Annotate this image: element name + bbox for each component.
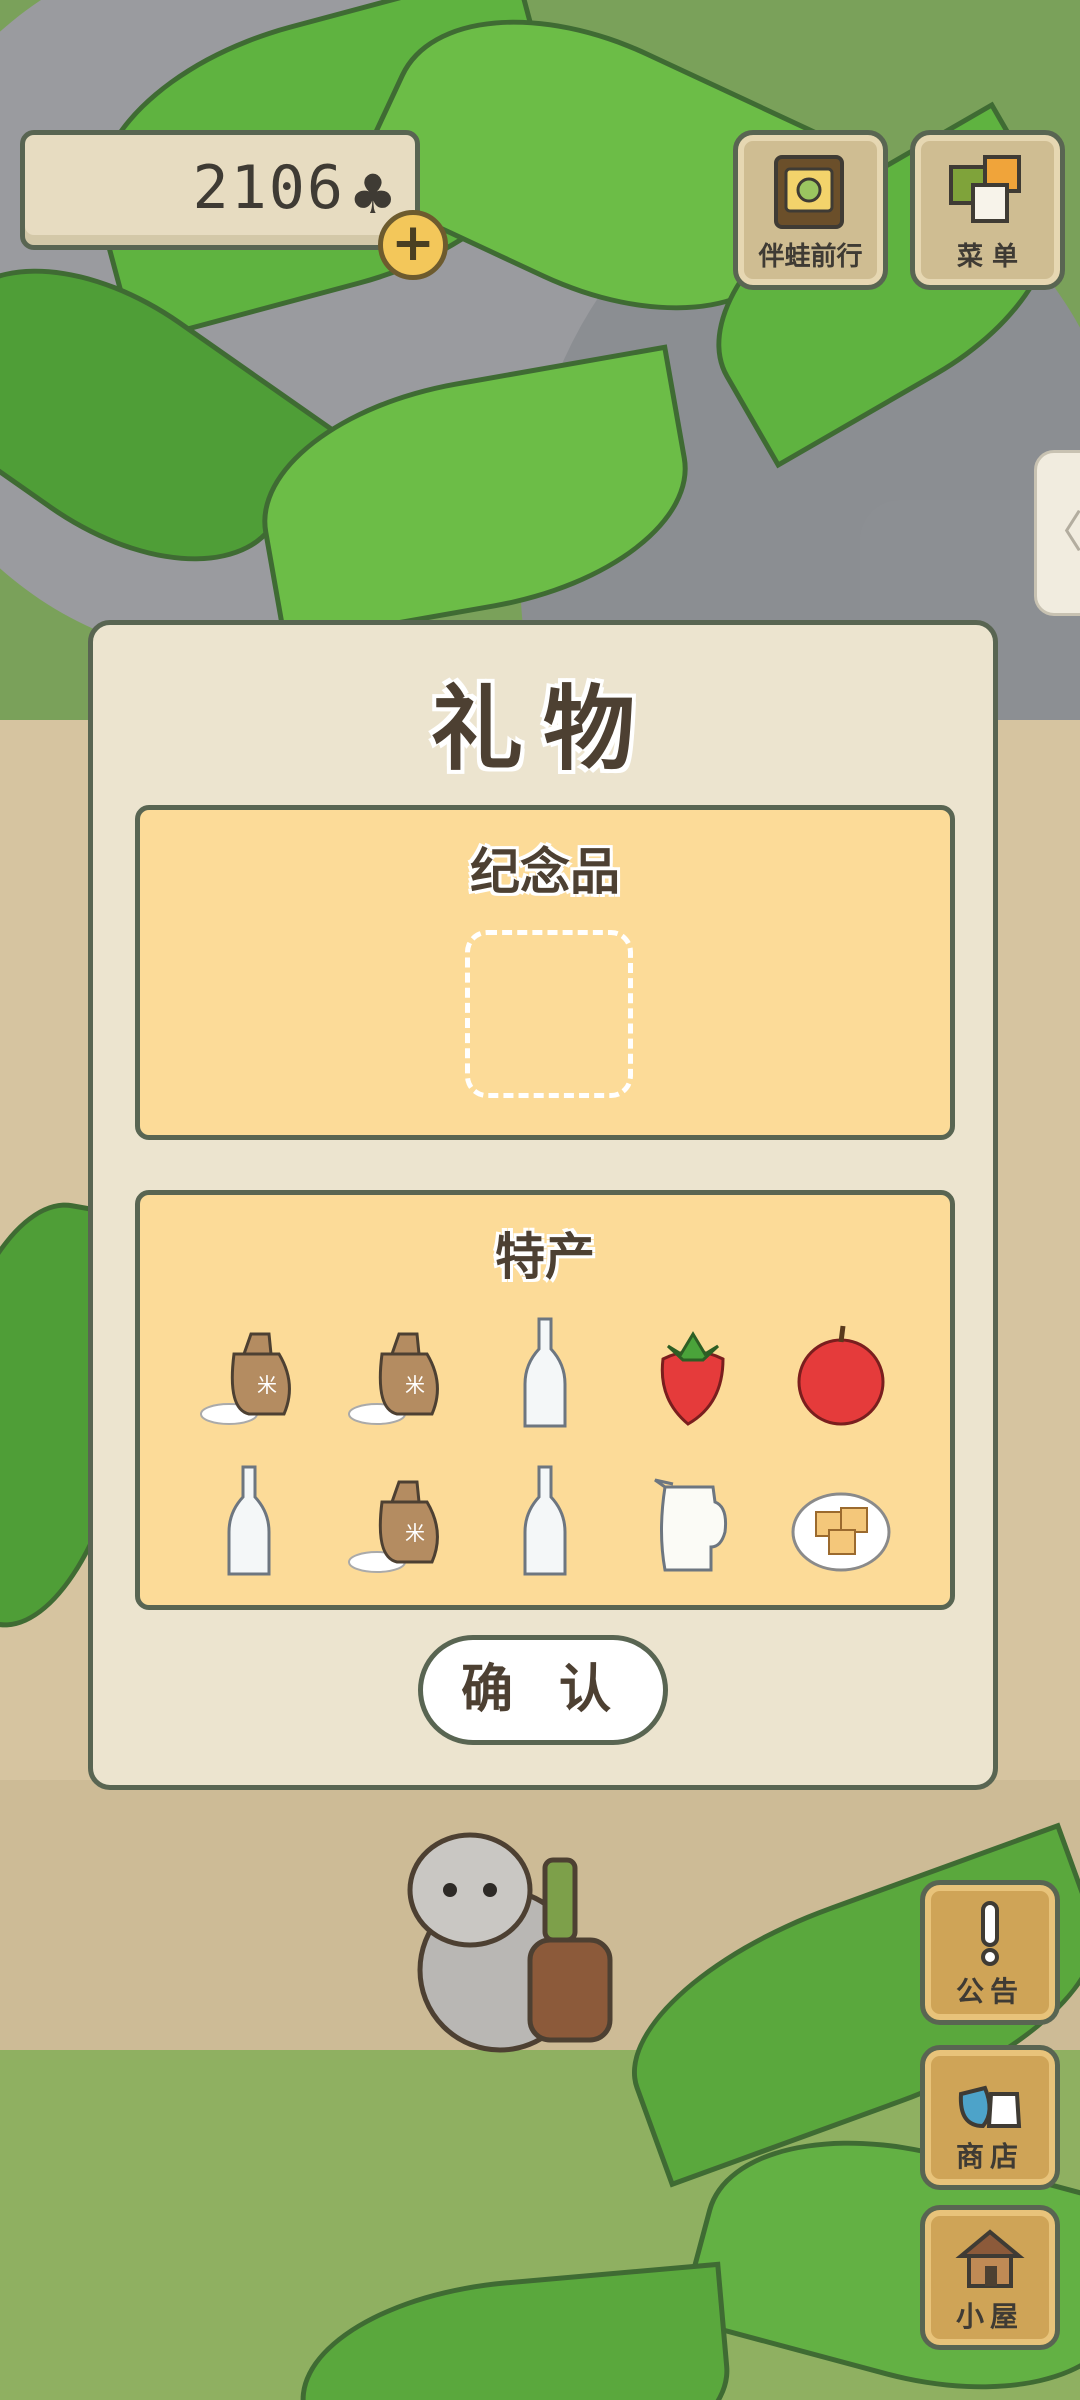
specialty-items-grid: 米 米 米 xyxy=(175,1300,915,1596)
specialty-item[interactable] xyxy=(767,1448,915,1596)
specialty-panel: 特产 米 米 米 xyxy=(135,1190,955,1610)
specialty-item[interactable]: 米 xyxy=(175,1300,323,1448)
clover-icon: ♣ xyxy=(348,163,397,226)
milk-jug-icon xyxy=(654,1478,727,1572)
house-label: 小屋 xyxy=(955,2300,1024,2333)
svg-text:米: 米 xyxy=(405,1521,425,1545)
menu-button[interactable]: 菜 单 xyxy=(910,130,1065,290)
shop-label: 商店 xyxy=(955,2140,1024,2173)
strawberry-icon xyxy=(660,1331,725,1426)
specialty-item[interactable] xyxy=(471,1300,619,1448)
hamster-character xyxy=(407,1832,613,2053)
frog-album-icon xyxy=(774,155,844,229)
house-icon xyxy=(955,2229,1025,2288)
notice-label: 公告 xyxy=(955,1975,1024,2008)
tofu-plate-icon xyxy=(791,1492,891,1572)
souvenir-empty-slot xyxy=(465,930,633,1098)
glass-bottle-icon xyxy=(227,1465,271,1576)
gift-dialog: 礼物 纪念品 特产 米 米 米 确 认 xyxy=(88,620,998,1790)
apple-icon xyxy=(797,1325,885,1426)
souvenir-panel: 纪念品 xyxy=(135,805,955,1140)
specialty-item[interactable] xyxy=(619,1300,767,1448)
exclamation-icon xyxy=(981,1901,999,1966)
notice-button[interactable]: 公告 xyxy=(920,1880,1060,2025)
specialty-title: 特产 xyxy=(495,1228,595,1286)
shop-button[interactable]: 商店 xyxy=(920,2045,1060,2190)
side-drawer-tab[interactable]: 〈 xyxy=(1034,450,1080,616)
svg-text:米: 米 xyxy=(405,1373,425,1397)
frog-album-button[interactable]: 伴蛙前行 xyxy=(733,130,888,290)
rice-bag-icon: 米 xyxy=(348,1332,439,1425)
specialty-item[interactable] xyxy=(175,1448,323,1596)
specialty-item[interactable] xyxy=(619,1448,767,1596)
buy-clovers-button[interactable]: + xyxy=(378,210,448,280)
clover-count: 2106 xyxy=(192,153,345,223)
glass-bottle-icon xyxy=(523,1465,567,1576)
specialty-item[interactable]: 米 xyxy=(323,1300,471,1448)
specialty-item[interactable] xyxy=(767,1300,915,1448)
shop-bags-icon xyxy=(958,2085,1022,2129)
glass-bottle-icon xyxy=(523,1317,567,1428)
frog-album-label: 伴蛙前行 xyxy=(758,242,863,272)
rice-bag-icon: 米 xyxy=(200,1332,291,1425)
confirm-button[interactable]: 确 认 xyxy=(418,1635,668,1745)
clover-counter: 2106 ♣ xyxy=(20,130,420,250)
souvenir-title: 纪念品 xyxy=(470,843,620,901)
dialog-title: 礼物 xyxy=(430,676,655,783)
specialty-item[interactable] xyxy=(471,1448,619,1596)
svg-text:米: 米 xyxy=(257,1373,277,1397)
specialty-item[interactable]: 米 xyxy=(323,1448,471,1596)
menu-cards-icon xyxy=(949,155,1021,223)
house-button[interactable]: 小屋 xyxy=(920,2205,1060,2350)
menu-label: 菜 单 xyxy=(956,242,1019,272)
rice-bag-icon: 米 xyxy=(348,1480,439,1573)
